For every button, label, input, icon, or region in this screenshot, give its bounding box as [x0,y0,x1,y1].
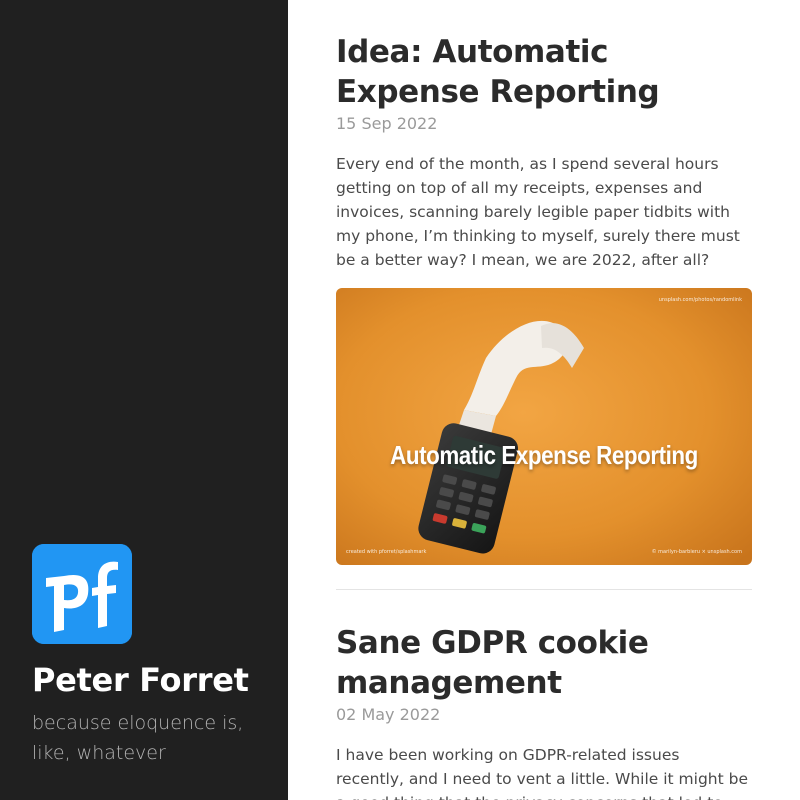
site-title[interactable]: Peter Forret [32,658,249,702]
post-title[interactable]: Idea: Automatic Expense Reporting [336,32,752,112]
site-tagline: because eloquence is, like, whatever [32,712,244,764]
page: Peter Forret because eloquence is, like,… [0,0,800,800]
post-item: Sane GDPR cookie management 02 May 2022 … [336,623,752,800]
site-logo[interactable] [32,544,132,644]
cover-image-credit: © marilyn-barbieru × unsplash.com [651,549,742,555]
post-item: Idea: Automatic Expense Reporting 15 Sep… [336,32,752,565]
post-date: 02 May 2022 [336,705,441,724]
cover-image-generator: created with pforret/splashmark [346,549,427,555]
post-excerpt: I have been working on GDPR-related issu… [336,746,749,800]
post-divider [336,589,752,590]
cover-image-title: Automatic Expense Reporting [390,440,698,470]
post-title[interactable]: Sane GDPR cookie management [336,623,752,703]
post-list: Idea: Automatic Expense Reporting 15 Sep… [336,0,752,800]
cover-image-source: unsplash.com/photos/randomlink [658,297,742,303]
sidebar: Peter Forret because eloquence is, like,… [0,0,288,800]
payment-terminal-illustration [336,288,752,565]
post-excerpt: Every end of the month, as I spend sever… [336,155,740,269]
post-cover-image[interactable]: Automatic Expense Reporting unsplash.com… [336,288,752,565]
pf-logo-icon [32,544,132,644]
post-date: 15 Sep 2022 [336,114,438,133]
